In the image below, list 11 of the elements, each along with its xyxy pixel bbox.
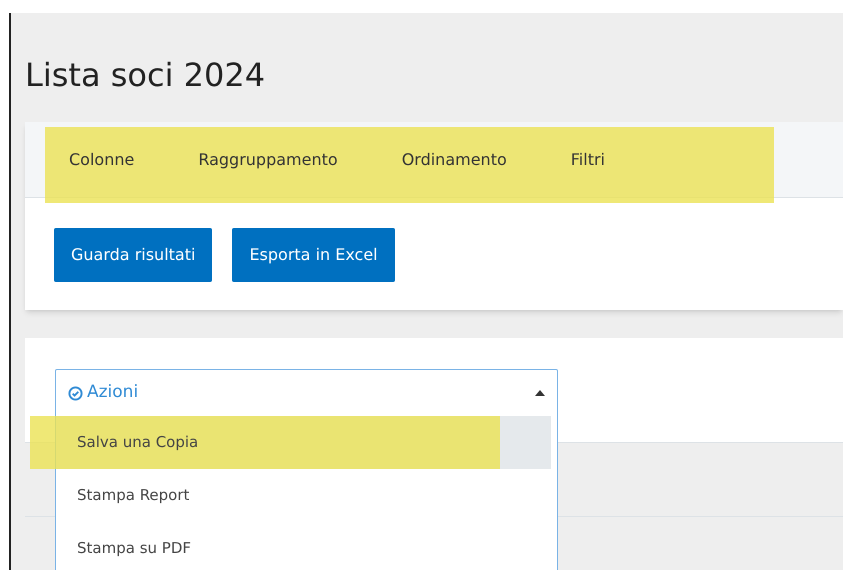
page-title: Lista soci 2024 [25,55,266,96]
action-button[interactable]: Guarda risultati [54,228,212,282]
dropdown-label: Azioni [87,381,140,404]
tab[interactable]: Colonne [69,148,134,172]
actions-dropdown[interactable]: Azioni [56,370,557,416]
action-button[interactable]: Esporta in Excel [232,228,395,282]
check-circle-icon [68,386,83,400]
caret-up-icon [535,390,545,396]
tab[interactable]: Raggruppamento [198,148,338,172]
tab[interactable]: Ordinamento [402,148,507,172]
tab[interactable]: Filtri [570,148,605,172]
